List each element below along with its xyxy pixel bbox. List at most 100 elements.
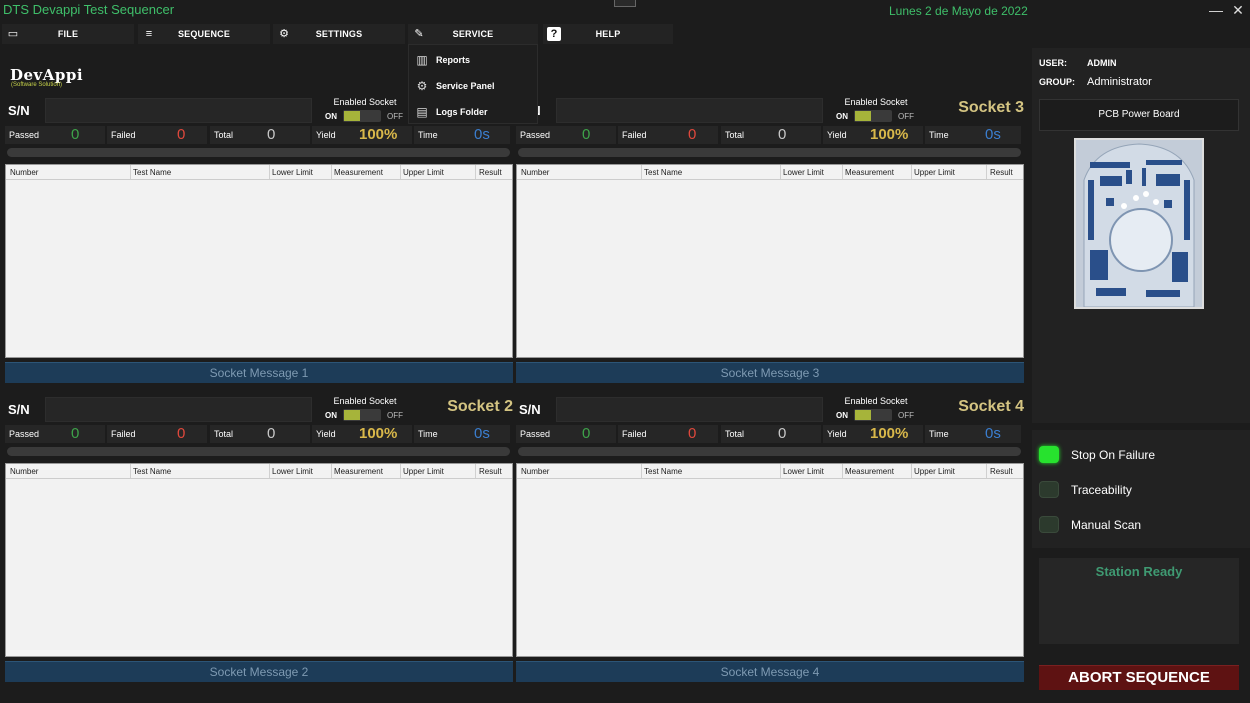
enable-socket-toggle[interactable]: [343, 409, 381, 421]
option-manual-scan[interactable]: Manual Scan: [1039, 513, 1239, 535]
progress-bar: [7, 447, 510, 456]
stat-time: Time 0s: [925, 126, 1021, 144]
results-table[interactable]: Number Test Name Lower Limit Measurement Upp…: [5, 463, 513, 657]
serial-number-input[interactable]: [556, 98, 823, 123]
csv-file-icon: ▤: [416, 105, 428, 119]
option-stop-on-failure[interactable]: Stop On Failure: [1039, 443, 1239, 465]
column-header[interactable]: Upper Limit: [403, 168, 444, 177]
column-header[interactable]: Upper Limit: [914, 168, 955, 177]
abort-sequence-button[interactable]: ABORT SEQUENCE: [1039, 665, 1239, 690]
serial-number-input[interactable]: [45, 98, 312, 123]
column-header[interactable]: Measurement: [845, 467, 894, 476]
product-name: PCB Power Board: [1039, 99, 1239, 131]
stat-value: 0s: [474, 425, 490, 442]
date-display: Lunes 2 de Mayo de 2022: [889, 4, 1028, 18]
stat-value: 0: [688, 425, 697, 442]
progress-bar: [518, 148, 1021, 157]
stat-value: 0s: [985, 126, 1001, 143]
column-header[interactable]: Number: [10, 168, 38, 177]
stat-failed: Failed 0: [618, 126, 718, 144]
column-header[interactable]: Measurement: [334, 467, 383, 476]
column-divider: [911, 464, 912, 478]
column-header[interactable]: Test Name: [133, 168, 171, 177]
led-indicator[interactable]: [1039, 516, 1059, 533]
column-header[interactable]: Upper Limit: [403, 467, 444, 476]
stat-label: Time: [929, 130, 949, 140]
menu-item-service-panel[interactable]: ⚙ Service Panel: [409, 73, 539, 99]
stat-value: 100%: [359, 425, 398, 442]
column-header[interactable]: Upper Limit: [914, 467, 955, 476]
column-header[interactable]: Number: [521, 168, 549, 177]
column-header[interactable]: Result: [990, 168, 1013, 177]
menu-file[interactable]: ▭ FILE: [2, 24, 134, 44]
stat-label: Total: [214, 130, 234, 140]
led-indicator[interactable]: [1039, 446, 1059, 463]
menu-help[interactable]: ? HELP: [543, 24, 673, 44]
column-header[interactable]: Result: [479, 168, 502, 177]
stat-value: 0: [582, 126, 591, 143]
stat-value: 0: [267, 126, 276, 143]
drag-handle[interactable]: [614, 0, 636, 7]
enable-socket-toggle[interactable]: [854, 409, 892, 421]
menu-item-logs-folder[interactable]: ▤ Logs Folder: [409, 99, 539, 125]
toggle-knob: [855, 111, 871, 121]
column-header[interactable]: Result: [990, 467, 1013, 476]
column-header[interactable]: Lower Limit: [272, 168, 313, 177]
enable-socket-toggle[interactable]: [854, 110, 892, 122]
menu-label: FILE: [57, 29, 79, 39]
enable-socket-toggle[interactable]: [343, 110, 381, 122]
close-button[interactable]: ✕: [1228, 2, 1248, 19]
results-table[interactable]: Number Test Name Lower Limit Measurement Upp…: [516, 463, 1024, 657]
menu-settings[interactable]: ⚙ SETTINGS: [273, 24, 405, 44]
stat-label: Passed: [520, 429, 551, 439]
stat-total: Total 0: [210, 126, 310, 144]
menu-service[interactable]: ✎ SERVICE: [408, 24, 538, 44]
menu-item-reports[interactable]: ▥ Reports: [409, 47, 539, 73]
column-header[interactable]: Test Name: [133, 467, 171, 476]
column-header[interactable]: Result: [479, 467, 502, 476]
stat-passed: Passed 0: [516, 126, 616, 144]
table-header: Number Test Name Lower Limit Measurement Upp…: [517, 165, 1023, 180]
column-header[interactable]: Measurement: [334, 168, 383, 177]
stat-yield: Yield 100%: [823, 126, 923, 144]
column-header[interactable]: Measurement: [845, 168, 894, 177]
stat-time: Time 0s: [414, 126, 510, 144]
stat-label: Time: [929, 429, 949, 439]
column-divider: [641, 464, 642, 478]
results-table[interactable]: Number Test Name Lower Limit Measurement Upp…: [516, 164, 1024, 358]
bar-chart-icon: ▥: [416, 53, 428, 67]
option-label: Manual Scan: [1071, 518, 1142, 532]
stat-yield: Yield 100%: [312, 425, 412, 443]
stat-failed: Failed 0: [618, 425, 718, 443]
stat-passed: Passed 0: [516, 425, 616, 443]
column-header[interactable]: Number: [10, 467, 38, 476]
stat-failed: Failed 0: [107, 126, 207, 144]
menu-label: SEQUENCE: [177, 29, 231, 39]
socket-panel: S/N Enabled Socket ON OFF Socket 4 Passed 0 Fai…: [516, 395, 1026, 685]
stat-label: Failed: [622, 130, 647, 140]
stat-value: 0: [778, 425, 787, 442]
stat-yield: Yield 100%: [823, 425, 923, 443]
column-header[interactable]: Lower Limit: [783, 467, 824, 476]
results-table[interactable]: Number Test Name Lower Limit Measurement Upp…: [5, 164, 513, 358]
menu-label: SETTINGS: [315, 29, 363, 39]
stat-value: 0: [71, 425, 80, 442]
column-header[interactable]: Lower Limit: [272, 467, 313, 476]
column-divider: [269, 165, 270, 179]
stat-time: Time 0s: [925, 425, 1021, 443]
user-label: USER:: [1039, 58, 1068, 68]
serial-number-input[interactable]: [556, 397, 823, 422]
toggle-knob: [344, 410, 360, 420]
led-indicator[interactable]: [1039, 481, 1059, 498]
column-header[interactable]: Test Name: [644, 168, 682, 177]
column-header[interactable]: Lower Limit: [783, 168, 824, 177]
enabled-socket-label: Enabled Socket: [333, 396, 397, 406]
column-header[interactable]: Test Name: [644, 467, 682, 476]
menu-sequence[interactable]: ≡ SEQUENCE: [138, 24, 270, 44]
column-header[interactable]: Number: [521, 467, 549, 476]
serial-number-input[interactable]: [45, 397, 312, 422]
minimize-button[interactable]: —: [1206, 2, 1226, 18]
menu-item-label: Logs Folder: [436, 107, 488, 117]
option-traceability[interactable]: Traceability: [1039, 478, 1239, 500]
stat-value: 0: [778, 126, 787, 143]
